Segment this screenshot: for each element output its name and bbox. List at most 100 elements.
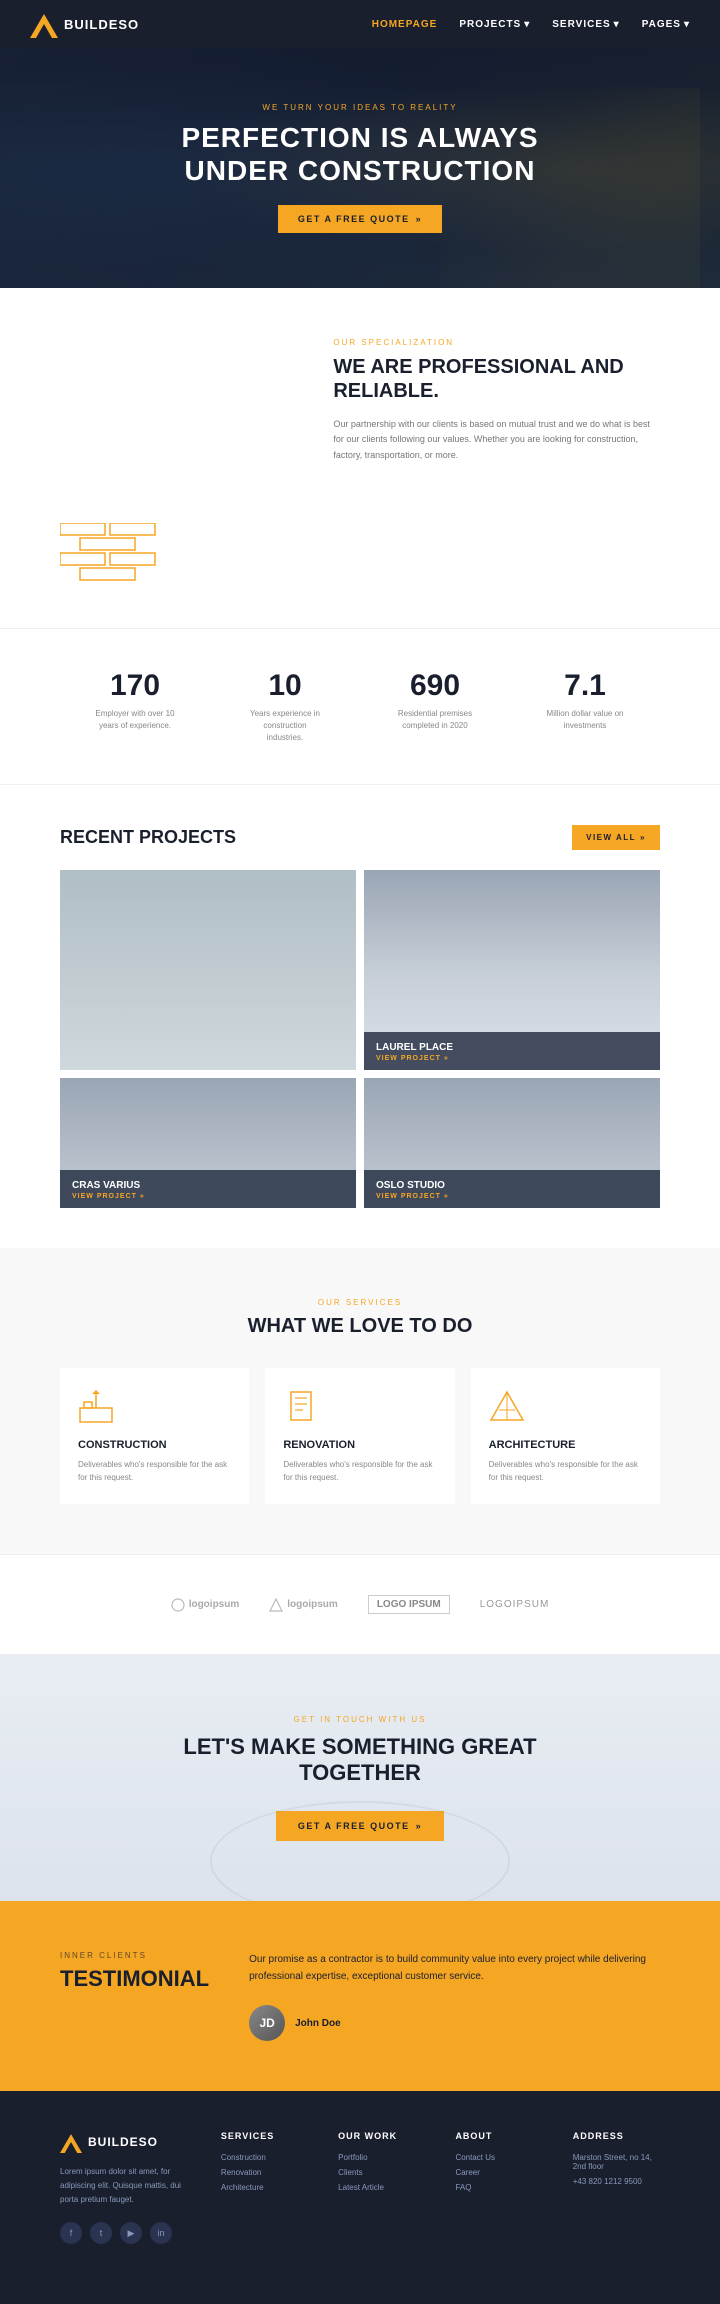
stat-num-0: 170 [60,669,210,703]
arrow-right-icon: » [444,1193,449,1200]
services-section: OUR SERVICES WHAT WE LOVE TO DO CONSTRUC… [0,1248,720,1555]
footer-col-address: ADDRESS Marston Street, no 14, 2nd floor… [573,2131,660,2244]
cta-title: LET'S MAKE SOMETHING GREAT TOGETHER [160,1734,560,1786]
footer-col-title-address: ADDRESS [573,2131,660,2141]
service-name-0: CONSTRUCTION [78,1439,231,1451]
footer-link-clients[interactable]: Clients [338,2168,425,2177]
hero-cta-button[interactable]: GET A FREE QUOTE » [278,205,442,233]
arrow-right-icon: » [444,1055,449,1062]
chevron-down-icon: ▾ [684,19,690,30]
footer-link-renovation[interactable]: Renovation [221,2168,308,2177]
project-link-0[interactable]: VIEW PROJECT » [376,1055,648,1062]
hero-title: PERFECTION IS ALWAYS UNDER CONSTRUCTION [170,122,550,186]
testi-text: Our promise as a contractor is to build … [249,1951,660,1985]
testimonial-section: INNER CLIENTS TESTIMONIAL Our promise as… [0,1901,720,2091]
project-name-2: OSLO STUDIO [376,1180,648,1191]
projects-title: RECENT PROJECTS [60,827,236,848]
footer-top: BUILDESO Lorem ipsum dolor sit amet, for… [60,2131,660,2244]
stat-experience: 10 Years experience in construction indu… [210,659,360,754]
brand-name: BUILDESO [64,17,139,32]
nav-homepage[interactable]: HOMEPAGE [372,19,438,30]
services-title: WHAT WE LOVE TO DO [60,1315,660,1338]
footer-link-contact[interactable]: Contact Us [455,2153,542,2162]
navbar: BUILDESO HOMEPAGE PROJECTS ▾ SERVICES ▾ … [0,0,720,48]
nav-links: HOMEPAGE PROJECTS ▾ SERVICES ▾ PAGES ▾ [372,19,690,30]
stat-investments: 7.1 Million dollar value on investments [510,659,660,754]
social-youtube[interactable]: ▶ [120,2222,142,2244]
footer-logo: BUILDESO [60,2131,191,2153]
footer-brand: BUILDESO Lorem ipsum dolor sit amet, for… [60,2131,191,2244]
project-label-cras: CRAS VARIUS VIEW PROJECT » [60,1170,356,1208]
logo-2: LOGO IPSUM [368,1595,450,1614]
footer-col-about: ABOUT Contact Us Career FAQ [455,2131,542,2244]
nav-services[interactable]: SERVICES ▾ [552,19,619,30]
projects-header: RECENT PROJECTS VIEW ALL » [0,785,720,870]
project-card-oslo[interactable]: OSLO STUDIO VIEW PROJECT » [364,1078,660,1208]
brick-icon [60,523,160,588]
stat-employers: 170 Employer with over 10 years of exper… [60,659,210,754]
footer-col-services: SERVICES Construction Renovation Archite… [221,2131,308,2244]
author-name: John Doe [295,2018,341,2029]
testimonial-right: Our promise as a contractor is to build … [249,1951,660,2041]
spec-label: OUR SPECIALIZATION [333,338,660,347]
social-linkedin[interactable]: in [150,2222,172,2244]
project-label-oslo: OSLO STUDIO VIEW PROJECT » [364,1170,660,1208]
project-label-laurel: LAUREL PLACE VIEW PROJECT » [364,1032,660,1070]
services-label: OUR SERVICES [60,1298,660,1307]
arrow-right-icon: » [140,1193,145,1200]
services-cards: CONSTRUCTION Deliverables who's responsi… [60,1368,660,1505]
footer-address-phone: +43 820 1212 9500 [573,2177,660,2186]
view-all-button[interactable]: VIEW ALL » [572,825,660,850]
service-card-construction: CONSTRUCTION Deliverables who's responsi… [60,1368,249,1505]
arrow-right-icon: » [416,214,423,224]
projects-row-top: LAUREL PLACE VIEW PROJECT » [60,870,660,1070]
stat-num-3: 7.1 [510,669,660,703]
footer-link-portfolio[interactable]: Portfolio [338,2153,425,2162]
stat-num-2: 690 [360,669,510,703]
cta-label: GET IN TOUCH WITH US [60,1715,660,1724]
testi-label: INNER CLIENTS [60,1951,209,1960]
chevron-down-icon: ▾ [524,19,530,30]
footer-link-articles[interactable]: Latest Article [338,2183,425,2192]
footer-link-architecture[interactable]: Architecture [221,2183,308,2192]
spec-desc: Our partnership with our clients is base… [333,417,660,463]
service-desc-2: Deliverables who's responsible for the a… [489,1459,642,1485]
project-card-cras[interactable]: CRAS VARIUS VIEW PROJECT » [60,1078,356,1208]
project-link-2[interactable]: VIEW PROJECT » [376,1193,648,1200]
testimonial-left: INNER CLIENTS TESTIMONIAL [60,1951,209,2041]
footer-col-title-services: SERVICES [221,2131,308,2141]
social-twitter[interactable]: t [90,2222,112,2244]
hero-sub: WE TURN YOUR IDEAS TO REALITY [262,103,457,112]
footer-link-construction[interactable]: Construction [221,2153,308,2162]
stat-desc-0: Employer with over 10 years of experienc… [95,708,175,732]
social-facebook[interactable]: f [60,2222,82,2244]
spec-left [60,338,293,463]
logo-1: logoipsum [269,1598,338,1612]
footer-logo-icon [60,2131,82,2153]
brick-section [0,503,720,628]
spec-right: OUR SPECIALIZATION WE ARE PROFESSIONAL A… [333,338,660,463]
service-name-2: ARCHITECTURE [489,1439,642,1451]
nav-logo[interactable]: BUILDESO [30,10,139,38]
hero-section: WE TURN YOUR IDEAS TO REALITY PERFECTION… [0,48,720,288]
chevron-down-icon: ▾ [614,19,620,30]
nav-projects[interactable]: PROJECTS ▾ [459,19,530,30]
project-name-1: CRAS VARIUS [72,1180,344,1191]
testimonial-author: JD John Doe [249,2005,660,2041]
service-desc-0: Deliverables who's responsible for the a… [78,1459,231,1485]
renovation-icon [283,1388,436,1429]
stat-desc-2: Residential premises completed in 2020 [395,708,475,732]
spec-title: WE ARE PROFESSIONAL AND RELIABLE. [333,355,660,403]
arrow-right-icon: » [640,833,646,842]
footer-link-faq[interactable]: FAQ [455,2183,542,2192]
construction-icon [78,1388,231,1429]
logo-icon [30,10,58,38]
project-card-laurel[interactable]: LAUREL PLACE VIEW PROJECT » [364,870,660,1070]
stat-desc-3: Million dollar value on investments [545,708,625,732]
project-link-1[interactable]: VIEW PROJECT » [72,1193,344,1200]
footer-link-career[interactable]: Career [455,2168,542,2177]
footer-brand-name: BUILDESO [88,2135,158,2149]
cta-section: GET IN TOUCH WITH US LET'S MAKE SOMETHIN… [0,1655,720,1901]
footer-col-title-work: OUR WORK [338,2131,425,2141]
nav-pages[interactable]: PAGES ▾ [642,19,690,30]
